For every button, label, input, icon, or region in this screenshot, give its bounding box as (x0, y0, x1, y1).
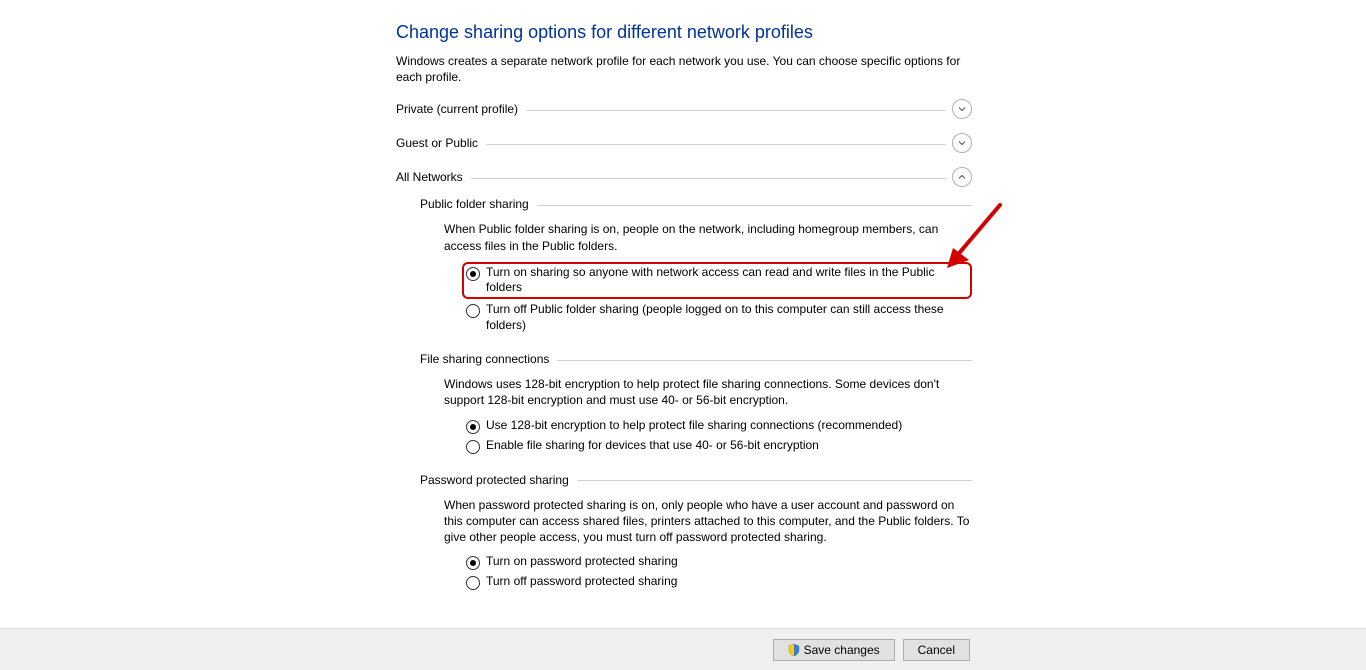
public-folder-sharing-desc: When Public folder sharing is on, people… (444, 221, 972, 253)
all-networks-body: Public folder sharing When Public folder… (420, 197, 972, 591)
subheading-label: File sharing connections (420, 352, 549, 366)
cancel-button[interactable]: Cancel (903, 639, 970, 661)
radio-public-sharing-off[interactable]: Turn off Public folder sharing (people l… (466, 301, 972, 334)
subheading-file-sharing-connections: File sharing connections (420, 352, 972, 366)
radio-label: Turn on sharing so anyone with network a… (486, 265, 966, 296)
section-private[interactable]: Private (current profile) (396, 99, 972, 119)
chevron-up-icon[interactable] (952, 167, 972, 187)
radio-label: Turn on password protected sharing (486, 554, 678, 570)
shield-icon (788, 644, 800, 656)
section-all-networks[interactable]: All Networks (396, 167, 972, 187)
file-sharing-connections-options: Use 128-bit encryption to help protect f… (466, 417, 972, 455)
divider (577, 480, 972, 481)
radio-password-sharing-on[interactable]: Turn on password protected sharing (466, 553, 972, 571)
file-sharing-connections-desc: Windows uses 128-bit encryption to help … (444, 376, 972, 408)
divider (471, 178, 946, 179)
public-folder-sharing-options: Turn on sharing so anyone with network a… (466, 262, 972, 334)
chevron-down-icon[interactable] (952, 99, 972, 119)
radio-label: Turn off password protected sharing (486, 574, 677, 590)
page-description: Windows creates a separate network profi… (396, 53, 972, 85)
chevron-down-icon[interactable] (952, 133, 972, 153)
divider (537, 205, 972, 206)
section-guest-public[interactable]: Guest or Public (396, 133, 972, 153)
password-protected-sharing-options: Turn on password protected sharing Turn … (466, 553, 972, 591)
radio-public-sharing-on[interactable]: Turn on sharing so anyone with network a… (462, 262, 972, 299)
password-protected-sharing-desc: When password protected sharing is on, o… (444, 497, 972, 546)
subheading-public-folder-sharing: Public folder sharing (420, 197, 972, 211)
radio-icon (466, 267, 480, 281)
cancel-label: Cancel (918, 643, 955, 657)
divider (526, 110, 946, 111)
radio-icon (466, 440, 480, 454)
section-all-label: All Networks (396, 170, 463, 184)
radio-128bit-encryption[interactable]: Use 128-bit encryption to help protect f… (466, 417, 972, 435)
radio-password-sharing-off[interactable]: Turn off password protected sharing (466, 573, 972, 591)
radio-40-56bit-encryption[interactable]: Enable file sharing for devices that use… (466, 437, 972, 455)
divider (486, 144, 946, 145)
radio-icon (466, 576, 480, 590)
radio-icon (466, 556, 480, 570)
divider (557, 360, 972, 361)
radio-label: Turn off Public folder sharing (people l… (486, 302, 972, 333)
radio-icon (466, 420, 480, 434)
section-private-label: Private (current profile) (396, 102, 518, 116)
save-changes-label: Save changes (804, 643, 880, 657)
page-title: Change sharing options for different net… (396, 22, 972, 43)
main-content: Change sharing options for different net… (396, 22, 972, 609)
radio-label: Enable file sharing for devices that use… (486, 438, 819, 454)
radio-label: Use 128-bit encryption to help protect f… (486, 418, 902, 434)
section-guest-label: Guest or Public (396, 136, 478, 150)
subheading-password-protected-sharing: Password protected sharing (420, 473, 972, 487)
subheading-label: Public folder sharing (420, 197, 529, 211)
save-changes-button[interactable]: Save changes (773, 639, 895, 661)
footer-bar: Save changes Cancel (0, 628, 1366, 670)
radio-icon (466, 304, 480, 318)
subheading-label: Password protected sharing (420, 473, 569, 487)
